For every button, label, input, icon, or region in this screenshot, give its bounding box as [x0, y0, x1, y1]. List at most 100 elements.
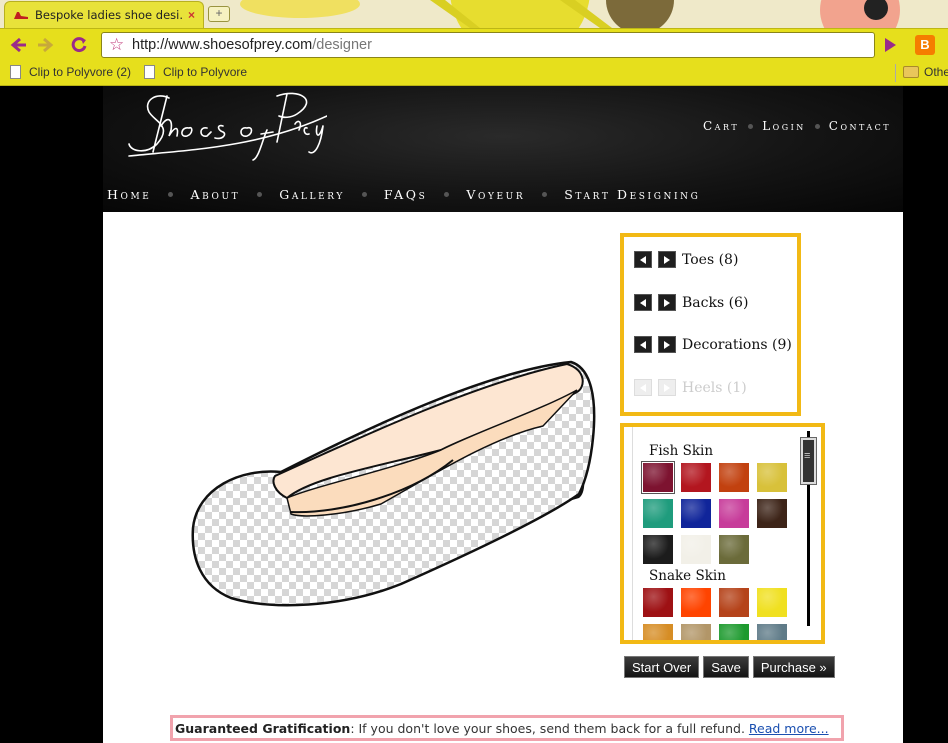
material-swatch[interactable] [757, 499, 787, 528]
material-swatch[interactable] [643, 535, 673, 564]
nav-separator [814, 123, 820, 129]
reload-button[interactable] [68, 34, 90, 56]
read-more-link[interactable]: Read more... [749, 721, 829, 736]
other-bookmarks[interactable]: Othe [903, 65, 948, 79]
toes-next-button[interactable] [658, 251, 676, 268]
nav-separator [542, 192, 548, 197]
nav-login[interactable]: Login [762, 119, 806, 133]
option-label: Toes (8) [682, 251, 739, 268]
bookmark-label: Clip to Polyvore [163, 65, 248, 79]
address-bar[interactable]: ☆ http://www.shoesofprey.com/designer [101, 32, 875, 58]
blogger-extension-icon[interactable]: B [915, 35, 935, 55]
material-swatch[interactable] [643, 588, 673, 617]
option-label: Heels (1) [682, 379, 747, 396]
material-group-title: Fish Skin [649, 443, 714, 459]
material-swatch[interactable] [719, 499, 749, 528]
material-swatch[interactable] [643, 499, 673, 528]
reload-icon [71, 37, 87, 53]
nav-about[interactable]: About [190, 187, 240, 202]
backs-next-button[interactable] [658, 294, 676, 311]
option-label: Decorations (9) [682, 336, 792, 353]
nav-separator [361, 192, 367, 197]
nav-cart[interactable]: Cart [703, 119, 739, 133]
design-actions: Start Over Save Purchase » [624, 656, 835, 678]
guarantee-text: : If you don't love your shoes, send the… [350, 721, 749, 736]
shoe-part-selector: Toes (8) Backs (6) Decorations (9) Heels… [620, 233, 801, 416]
page-icon [144, 65, 155, 79]
option-toes: Toes (8) [634, 251, 738, 268]
guarantee-heading: Guaranteed Gratification [175, 721, 351, 736]
material-swatch[interactable] [719, 588, 749, 617]
go-arrow-icon[interactable] [880, 35, 900, 55]
nav-home[interactable]: Home [107, 187, 151, 202]
new-tab-button[interactable]: + [208, 6, 230, 22]
folder-icon [903, 66, 919, 78]
nav-gallery[interactable]: Gallery [279, 187, 345, 202]
material-group-title: Snake Skin [649, 568, 726, 584]
browser-toolbar: ☆ http://www.shoesofprey.com/designer B [0, 28, 948, 60]
heels-next-button [658, 379, 676, 396]
option-label: Backs (6) [682, 294, 749, 311]
option-heels: Heels (1) [634, 379, 747, 396]
forward-arrow-icon [38, 37, 54, 53]
material-swatch[interactable] [719, 535, 749, 564]
bookmark-label: Clip to Polyvore (2) [29, 65, 132, 79]
back-arrow-icon [10, 37, 26, 53]
material-swatch[interactable] [757, 624, 787, 640]
browser-tabstrip: Bespoke ladies shoe desi... × + [0, 0, 948, 28]
material-swatch[interactable] [681, 463, 711, 492]
purchase-button[interactable]: Purchase » [752, 656, 835, 678]
scrollbar-thumb[interactable] [801, 438, 816, 484]
bookmark-item[interactable]: Clip to Polyvore (2) [10, 65, 131, 79]
nav-separator [257, 192, 263, 197]
material-picker: Fish Skin Snake Skin [620, 423, 825, 644]
decorations-next-button[interactable] [658, 336, 676, 353]
tab-close-icon[interactable]: × [188, 8, 195, 22]
material-swatch[interactable] [681, 588, 711, 617]
bookmark-star-icon[interactable]: ☆ [109, 35, 124, 55]
material-swatch[interactable] [681, 535, 711, 564]
option-backs: Backs (6) [634, 294, 748, 311]
utility-nav: Cart Login Contact [703, 119, 891, 133]
bookmarks-bar: Clip to Polyvore (2) Clip to Polyvore Ot… [0, 60, 948, 86]
material-swatch[interactable] [643, 624, 673, 640]
forward-button[interactable] [34, 34, 56, 56]
browser-tab[interactable]: Bespoke ladies shoe desi... × [4, 1, 204, 28]
designer-content: Toes (8) Backs (6) Decorations (9) Heels… [103, 212, 903, 743]
nav-start-designing[interactable]: Start Designing [564, 187, 700, 202]
bookmarks-separator [895, 64, 896, 82]
page-icon [10, 65, 21, 79]
nav-separator [444, 192, 450, 197]
toes-prev-button[interactable] [634, 251, 652, 268]
main-nav: Home About Gallery FAQs Voyeur Start Des… [107, 187, 700, 202]
material-swatch[interactable] [681, 499, 711, 528]
backs-prev-button[interactable] [634, 294, 652, 311]
bookmark-label: Othe [924, 65, 948, 79]
heels-prev-button [634, 379, 652, 396]
material-swatch[interactable] [681, 624, 711, 640]
back-button[interactable] [8, 34, 30, 56]
url-host: http://www.shoesofprey.com [132, 37, 313, 53]
start-over-button[interactable]: Start Over [624, 656, 700, 678]
material-swatch[interactable] [719, 463, 749, 492]
nav-separator [748, 123, 754, 129]
nav-contact[interactable]: Contact [829, 119, 891, 133]
decorations-prev-button[interactable] [634, 336, 652, 353]
url-path: /designer [312, 37, 372, 53]
shoe-preview [191, 360, 596, 607]
material-swatch[interactable] [757, 463, 787, 492]
material-swatch[interactable] [757, 588, 787, 617]
material-swatch[interactable] [719, 624, 749, 640]
site-logo[interactable] [127, 86, 327, 162]
guarantee-banner: Guaranteed Gratification: If you don't l… [170, 715, 844, 741]
nav-faqs[interactable]: FAQs [384, 187, 427, 202]
option-decorations: Decorations (9) [634, 336, 792, 353]
tab-title: Bespoke ladies shoe desi... [35, 8, 184, 22]
material-swatch[interactable] [641, 461, 675, 494]
nav-separator [168, 192, 174, 197]
nav-voyeur[interactable]: Voyeur [466, 187, 525, 202]
shoe-favicon-icon [14, 12, 28, 19]
material-list[interactable]: Fish Skin Snake Skin [632, 427, 804, 640]
save-button[interactable]: Save [703, 656, 749, 678]
bookmark-item[interactable]: Clip to Polyvore [144, 65, 247, 79]
